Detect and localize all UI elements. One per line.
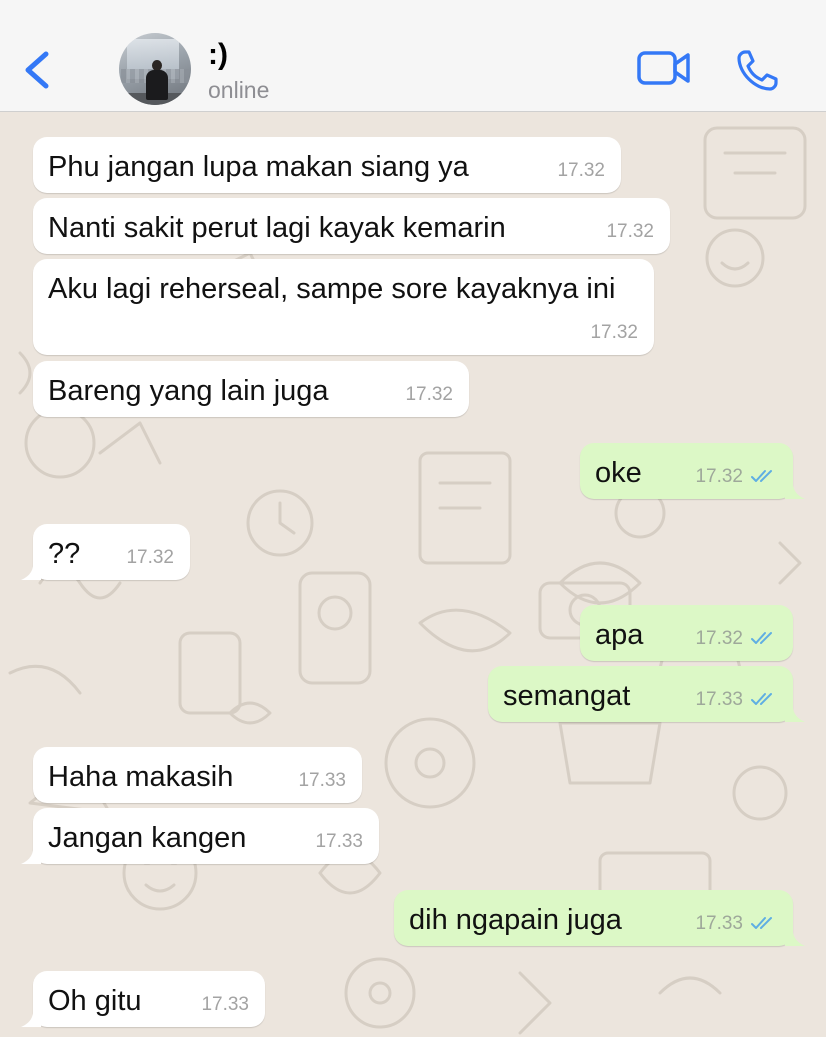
message-timestamp: 17.32 (606, 221, 654, 242)
chevron-left-icon[interactable] (18, 48, 58, 92)
double-check-icon (751, 470, 772, 482)
phone-icon[interactable] (736, 48, 780, 92)
message-timestamp: 17.33 (298, 770, 346, 791)
bubble-tail (21, 844, 41, 864)
incoming-message-bubble[interactable]: Jangan kangen 17.33 (21, 808, 379, 864)
message-timestamp: 17.33 (201, 994, 249, 1015)
message-timestamp: 17.33 (695, 913, 777, 935)
message-timestamp: 17.32 (126, 547, 174, 568)
avatar[interactable] (119, 33, 191, 105)
message-text: Phu jangan lupa makan siang ya (48, 151, 469, 183)
message-timestamp: 17.33 (695, 689, 777, 711)
bubble-tail (21, 560, 41, 580)
incoming-message-bubble[interactable]: Nanti sakit perut lagi kayak kemarin 17.3… (33, 198, 670, 254)
video-camera-icon[interactable] (637, 50, 691, 86)
bubble-tail (785, 479, 805, 499)
bubble-tail (785, 702, 805, 722)
incoming-message-bubble[interactable]: Oh gitu 17.33 (21, 971, 265, 1027)
contact-status: online (208, 77, 270, 103)
double-check-icon (751, 632, 772, 644)
message-text: Aku lagi reherseal, sampe sore kayaknya … (48, 273, 616, 305)
bubble-tail (785, 926, 805, 946)
incoming-message-bubble[interactable]: Haha makasih 17.33 (33, 747, 362, 803)
message-timestamp: 17.32 (590, 322, 638, 343)
incoming-message-bubble[interactable]: ?? 17.32 (21, 524, 190, 580)
message-timestamp: 17.33 (315, 831, 363, 852)
chat-header: :) online (0, 0, 826, 112)
message-timestamp: 17.32 (405, 384, 453, 405)
bubble-tail (21, 1007, 41, 1027)
double-check-icon (751, 693, 772, 705)
incoming-message-bubble[interactable]: Bareng yang lain juga 17.32 (33, 361, 469, 417)
contact-name[interactable]: :) (208, 38, 228, 72)
incoming-message-bubble[interactable]: Phu jangan lupa makan siang ya 17.32 (33, 137, 621, 193)
outgoing-message-bubble[interactable]: apa 17.32 (580, 605, 793, 661)
message-text: Nanti sakit perut lagi kayak kemarin (48, 212, 506, 244)
outgoing-message-bubble[interactable]: semangat 17.33 (488, 666, 805, 722)
message-timestamp: 17.32 (695, 628, 777, 650)
outgoing-message-bubble[interactable]: oke 17.32 (580, 443, 805, 499)
chat-area[interactable]: Phu jangan lupa makan siang ya 17.32 Nanti… (0, 113, 826, 1037)
message-timestamp: 17.32 (695, 466, 777, 488)
incoming-message-bubble[interactable]: Aku lagi reherseal, sampe sore kayaknya … (33, 259, 654, 355)
outgoing-message-bubble[interactable]: dih ngapain juga 17.33 (394, 890, 805, 946)
message-timestamp: 17.32 (557, 160, 605, 181)
double-check-icon (751, 917, 772, 929)
